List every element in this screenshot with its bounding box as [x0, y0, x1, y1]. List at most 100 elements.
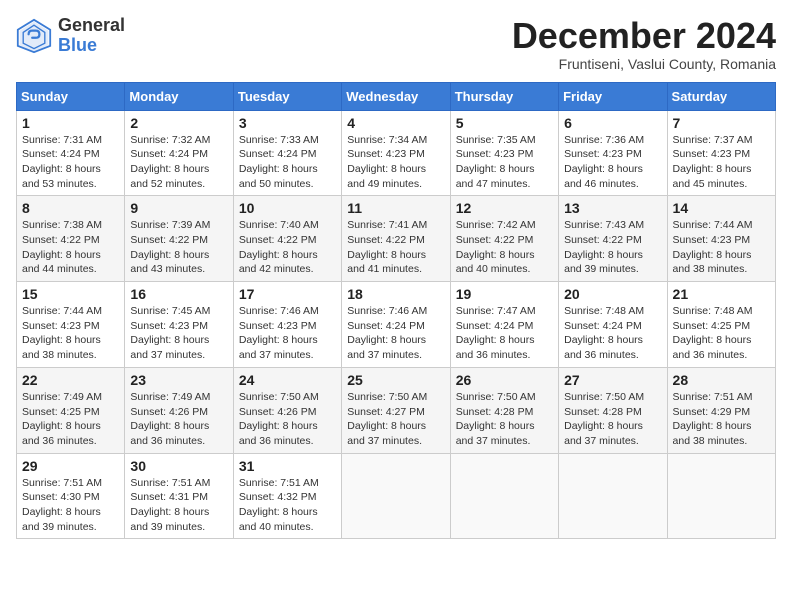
calendar-day-cell: 23 Sunrise: 7:49 AMSunset: 4:26 PMDayligh…	[125, 367, 233, 453]
day-number: 5	[456, 115, 553, 131]
logo-blue-text: Blue	[58, 36, 125, 56]
month-title: December 2024	[512, 16, 776, 56]
calendar-week-row: 29 Sunrise: 7:51 AMSunset: 4:30 PMDayligh…	[17, 453, 776, 539]
day-number: 16	[130, 286, 227, 302]
day-info: Sunrise: 7:34 AMSunset: 4:23 PMDaylight:…	[347, 133, 444, 192]
calendar-day-cell: 15 Sunrise: 7:44 AMSunset: 4:23 PMDayligh…	[17, 282, 125, 368]
calendar-day-cell: 26 Sunrise: 7:50 AMSunset: 4:28 PMDayligh…	[450, 367, 558, 453]
weekday-header-friday: Friday	[559, 82, 667, 110]
day-info: Sunrise: 7:41 AMSunset: 4:22 PMDaylight:…	[347, 218, 444, 277]
weekday-header-row: SundayMondayTuesdayWednesdayThursdayFrid…	[17, 82, 776, 110]
weekday-header-monday: Monday	[125, 82, 233, 110]
day-info: Sunrise: 7:50 AMSunset: 4:27 PMDaylight:…	[347, 390, 444, 449]
day-info: Sunrise: 7:44 AMSunset: 4:23 PMDaylight:…	[22, 304, 119, 363]
day-number: 8	[22, 200, 119, 216]
day-info: Sunrise: 7:51 AMSunset: 4:29 PMDaylight:…	[673, 390, 770, 449]
day-info: Sunrise: 7:35 AMSunset: 4:23 PMDaylight:…	[456, 133, 553, 192]
day-info: Sunrise: 7:51 AMSunset: 4:30 PMDaylight:…	[22, 476, 119, 535]
day-info: Sunrise: 7:38 AMSunset: 4:22 PMDaylight:…	[22, 218, 119, 277]
page-header: General Blue December 2024 Fruntiseni, V…	[16, 16, 776, 72]
weekday-header-sunday: Sunday	[17, 82, 125, 110]
day-info: Sunrise: 7:39 AMSunset: 4:22 PMDaylight:…	[130, 218, 227, 277]
day-info: Sunrise: 7:33 AMSunset: 4:24 PMDaylight:…	[239, 133, 336, 192]
day-number: 23	[130, 372, 227, 388]
calendar-day-cell: 4 Sunrise: 7:34 AMSunset: 4:23 PMDaylight…	[342, 110, 450, 196]
day-number: 30	[130, 458, 227, 474]
day-number: 14	[673, 200, 770, 216]
calendar-day-cell: 22 Sunrise: 7:49 AMSunset: 4:25 PMDayligh…	[17, 367, 125, 453]
day-number: 26	[456, 372, 553, 388]
day-number: 15	[22, 286, 119, 302]
day-info: Sunrise: 7:51 AMSunset: 4:32 PMDaylight:…	[239, 476, 336, 535]
day-info: Sunrise: 7:36 AMSunset: 4:23 PMDaylight:…	[564, 133, 661, 192]
day-info: Sunrise: 7:46 AMSunset: 4:24 PMDaylight:…	[347, 304, 444, 363]
calendar-day-cell: 2Sunrise: 7:32 AMSunset: 4:24 PMDaylight…	[125, 110, 233, 196]
calendar-day-cell: 11Sunrise: 7:41 AMSunset: 4:22 PMDayligh…	[342, 196, 450, 282]
calendar-day-cell: 12Sunrise: 7:42 AMSunset: 4:22 PMDayligh…	[450, 196, 558, 282]
day-number: 2	[130, 115, 227, 131]
day-info: Sunrise: 7:50 AMSunset: 4:28 PMDaylight:…	[564, 390, 661, 449]
calendar-week-row: 22 Sunrise: 7:49 AMSunset: 4:25 PMDayligh…	[17, 367, 776, 453]
calendar-day-cell: 31 Sunrise: 7:51 AMSunset: 4:32 PMDayligh…	[233, 453, 341, 539]
calendar-day-cell: 20Sunrise: 7:48 AMSunset: 4:24 PMDayligh…	[559, 282, 667, 368]
empty-cell	[559, 453, 667, 539]
day-number: 20	[564, 286, 661, 302]
calendar-day-cell: 1 Sunrise: 7:31 AMSunset: 4:24 PMDaylight…	[17, 110, 125, 196]
day-info: Sunrise: 7:48 AMSunset: 4:25 PMDaylight:…	[673, 304, 770, 363]
empty-cell	[450, 453, 558, 539]
calendar-week-row: 15 Sunrise: 7:44 AMSunset: 4:23 PMDayligh…	[17, 282, 776, 368]
day-info: Sunrise: 7:46 AMSunset: 4:23 PMDaylight:…	[239, 304, 336, 363]
calendar-week-row: 1 Sunrise: 7:31 AMSunset: 4:24 PMDaylight…	[17, 110, 776, 196]
day-number: 24	[239, 372, 336, 388]
day-info: Sunrise: 7:51 AMSunset: 4:31 PMDaylight:…	[130, 476, 227, 535]
day-number: 31	[239, 458, 336, 474]
day-info: Sunrise: 7:40 AMSunset: 4:22 PMDaylight:…	[239, 218, 336, 277]
calendar-day-cell: 16Sunrise: 7:45 AMSunset: 4:23 PMDayligh…	[125, 282, 233, 368]
calendar-week-row: 8 Sunrise: 7:38 AMSunset: 4:22 PMDaylight…	[17, 196, 776, 282]
day-info: Sunrise: 7:49 AMSunset: 4:26 PMDaylight:…	[130, 390, 227, 449]
day-number: 4	[347, 115, 444, 131]
calendar-day-cell: 6 Sunrise: 7:36 AMSunset: 4:23 PMDaylight…	[559, 110, 667, 196]
calendar-day-cell: 14 Sunrise: 7:44 AMSunset: 4:23 PMDayligh…	[667, 196, 775, 282]
day-number: 6	[564, 115, 661, 131]
day-info: Sunrise: 7:31 AMSunset: 4:24 PMDaylight:…	[22, 133, 119, 192]
day-info: Sunrise: 7:43 AMSunset: 4:22 PMDaylight:…	[564, 218, 661, 277]
day-number: 10	[239, 200, 336, 216]
calendar-day-cell: 29 Sunrise: 7:51 AMSunset: 4:30 PMDayligh…	[17, 453, 125, 539]
day-number: 9	[130, 200, 227, 216]
title-section: December 2024 Fruntiseni, Vaslui County,…	[512, 16, 776, 72]
calendar-day-cell: 19Sunrise: 7:47 AMSunset: 4:24 PMDayligh…	[450, 282, 558, 368]
day-number: 18	[347, 286, 444, 302]
day-number: 1	[22, 115, 119, 131]
day-number: 29	[22, 458, 119, 474]
empty-cell	[667, 453, 775, 539]
calendar-day-cell: 8 Sunrise: 7:38 AMSunset: 4:22 PMDaylight…	[17, 196, 125, 282]
weekday-header-tuesday: Tuesday	[233, 82, 341, 110]
calendar-day-cell: 21 Sunrise: 7:48 AMSunset: 4:25 PMDayligh…	[667, 282, 775, 368]
day-number: 13	[564, 200, 661, 216]
calendar-day-cell: 3Sunrise: 7:33 AMSunset: 4:24 PMDaylight…	[233, 110, 341, 196]
location-subtitle: Fruntiseni, Vaslui County, Romania	[512, 56, 776, 72]
weekday-header-saturday: Saturday	[667, 82, 775, 110]
calendar-day-cell: 24Sunrise: 7:50 AMSunset: 4:26 PMDayligh…	[233, 367, 341, 453]
calendar-table: SundayMondayTuesdayWednesdayThursdayFrid…	[16, 82, 776, 540]
calendar-day-cell: 10 Sunrise: 7:40 AMSunset: 4:22 PMDayligh…	[233, 196, 341, 282]
weekday-header-wednesday: Wednesday	[342, 82, 450, 110]
day-number: 27	[564, 372, 661, 388]
day-number: 21	[673, 286, 770, 302]
day-info: Sunrise: 7:42 AMSunset: 4:22 PMDaylight:…	[456, 218, 553, 277]
day-number: 22	[22, 372, 119, 388]
day-info: Sunrise: 7:50 AMSunset: 4:28 PMDaylight:…	[456, 390, 553, 449]
day-number: 25	[347, 372, 444, 388]
calendar-day-cell: 13 Sunrise: 7:43 AMSunset: 4:22 PMDayligh…	[559, 196, 667, 282]
calendar-day-cell: 17 Sunrise: 7:46 AMSunset: 4:23 PMDayligh…	[233, 282, 341, 368]
day-info: Sunrise: 7:44 AMSunset: 4:23 PMDaylight:…	[673, 218, 770, 277]
calendar-day-cell: 7Sunrise: 7:37 AMSunset: 4:23 PMDaylight…	[667, 110, 775, 196]
calendar-day-cell: 25 Sunrise: 7:50 AMSunset: 4:27 PMDayligh…	[342, 367, 450, 453]
day-number: 17	[239, 286, 336, 302]
calendar-day-cell: 5 Sunrise: 7:35 AMSunset: 4:23 PMDaylight…	[450, 110, 558, 196]
day-number: 7	[673, 115, 770, 131]
day-number: 28	[673, 372, 770, 388]
weekday-header-thursday: Thursday	[450, 82, 558, 110]
day-info: Sunrise: 7:49 AMSunset: 4:25 PMDaylight:…	[22, 390, 119, 449]
